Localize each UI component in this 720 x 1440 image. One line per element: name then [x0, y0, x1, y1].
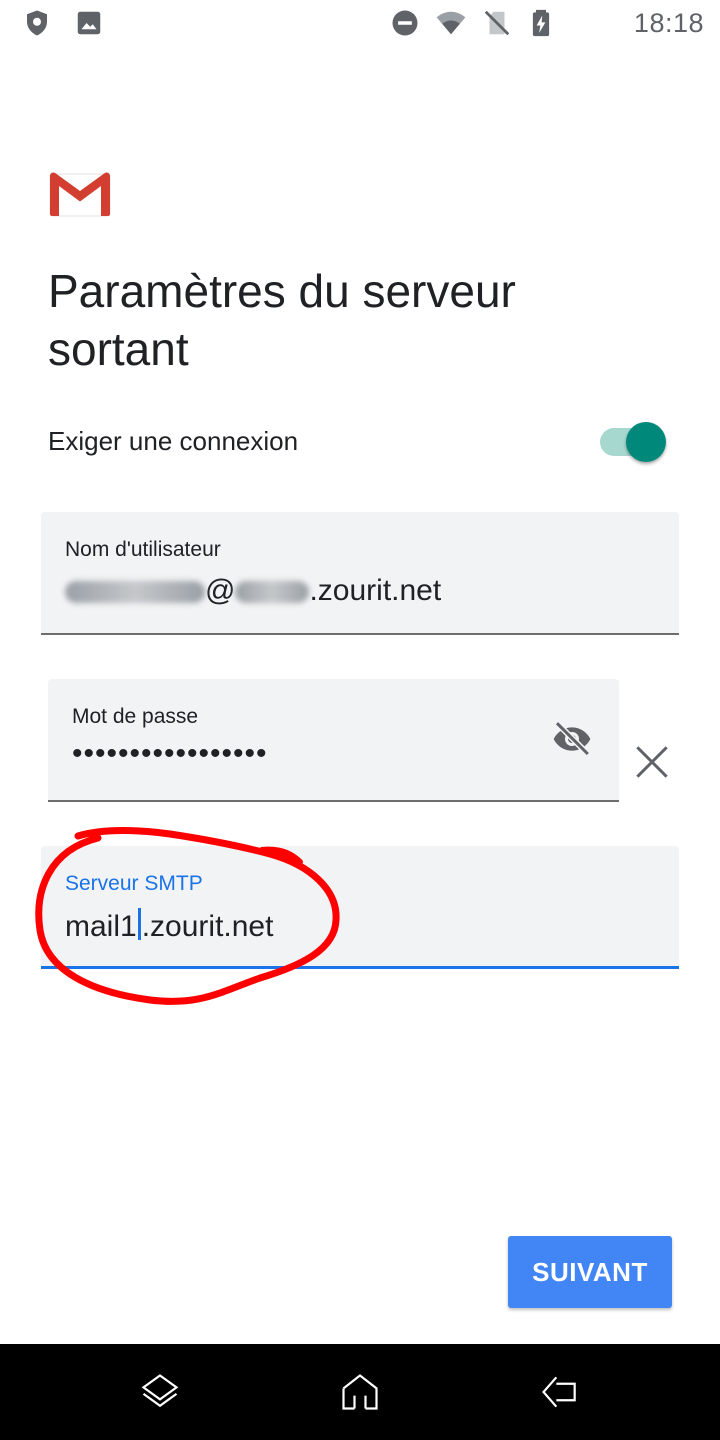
smtp-server-label: Serveur SMTP	[65, 872, 203, 895]
do-not-disturb-icon	[392, 10, 418, 36]
wifi-icon	[436, 11, 466, 35]
username-value: @ .zourit.net	[65, 574, 441, 608]
username-domain: .zourit.net	[309, 574, 442, 607]
smtp-server-field[interactable]: Serveur SMTP mail1 .zourit.net	[41, 846, 679, 969]
password-field[interactable]: Mot de passe •••••••••••••••••	[48, 679, 619, 802]
visibility-off-icon[interactable]	[549, 719, 595, 759]
clock: 18:18	[633, 8, 704, 38]
require-login-toggle[interactable]	[600, 422, 666, 462]
page-title: Paramètres du serveur sortant	[48, 265, 516, 375]
username-field[interactable]: Nom d'utilisateur @ .zourit.net	[41, 512, 679, 635]
image-icon	[77, 11, 101, 35]
redacted-text	[65, 581, 205, 604]
gmail-logo	[49, 172, 111, 217]
text-cursor	[137, 908, 141, 940]
close-icon[interactable]	[630, 740, 674, 784]
username-label: Nom d'utilisateur	[65, 538, 221, 561]
toggle-thumb	[626, 422, 666, 462]
smtp-value-part-2: .zourit.net	[141, 910, 274, 943]
redacted-text	[235, 581, 310, 604]
password-label: Mot de passe	[72, 705, 199, 728]
navigation-bar	[0, 1344, 720, 1440]
password-value: •••••••••••••••••	[72, 737, 268, 770]
home-icon[interactable]	[338, 1370, 382, 1414]
recents-icon[interactable]	[138, 1370, 182, 1414]
require-login-label: Exiger une connexion	[48, 426, 299, 456]
username-at: @	[205, 574, 236, 607]
smtp-value-part-1: mail1	[65, 910, 137, 943]
back-icon[interactable]	[538, 1370, 582, 1414]
smtp-server-value[interactable]: mail1 .zourit.net	[65, 908, 273, 944]
next-button[interactable]: SUIVANT	[508, 1236, 672, 1308]
status-bar: 18:18	[0, 0, 720, 50]
battery-charging-icon	[532, 9, 550, 37]
shield-icon	[27, 10, 47, 36]
no-sim-icon	[484, 10, 510, 36]
require-login-row[interactable]: Exiger une connexion	[48, 420, 672, 464]
